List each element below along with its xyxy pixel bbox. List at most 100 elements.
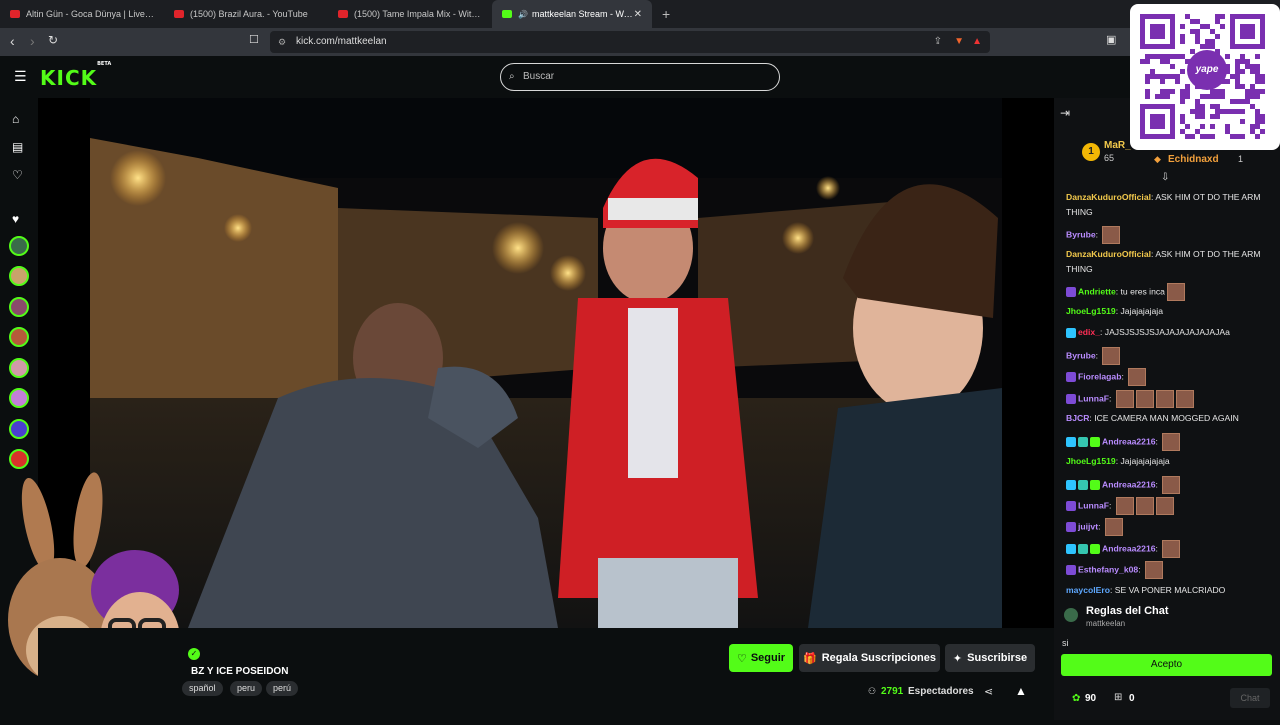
chat-username[interactable]: DanzaKuduroOfficial — [1066, 249, 1151, 259]
qr-module — [1160, 79, 1165, 84]
gift-icon[interactable]: ⊞ — [1114, 692, 1122, 703]
avatar[interactable] — [9, 266, 29, 286]
follow-button[interactable]: ♡ Seguir — [729, 644, 793, 672]
qr-module — [1210, 89, 1215, 94]
reload-icon[interactable]: ↻ — [48, 33, 58, 47]
rewards-icon[interactable]: ▲ — [972, 31, 982, 53]
qr-module — [1190, 19, 1195, 24]
qr-module — [1145, 54, 1150, 59]
home-icon[interactable]: ⌂ — [12, 112, 19, 126]
qr-module — [1165, 94, 1170, 99]
qr-module — [1170, 74, 1175, 79]
following-icon[interactable]: ♡ — [12, 168, 23, 182]
chat-username[interactable]: LunnaF — [1078, 500, 1109, 510]
site-info-icon[interactable]: ⚙ — [278, 31, 286, 53]
stream-tag[interactable]: spañol — [182, 681, 223, 696]
qr-module — [1215, 14, 1220, 19]
chat-badge-icon — [1066, 372, 1076, 382]
chat-username[interactable]: Andreaa2216 — [1102, 436, 1156, 446]
qr-module — [1245, 99, 1250, 104]
chat-username[interactable]: Andreaa2216 — [1102, 543, 1156, 553]
forward-icon[interactable]: › — [30, 33, 35, 49]
chat-badge-icon — [1066, 394, 1076, 404]
share-icon[interactable]: ⋖ — [984, 685, 993, 698]
chat-send-button[interactable]: Chat — [1230, 688, 1270, 708]
address-bar[interactable]: ⚙ kick.com/mattkeelan ⇪ ▼ ▲ — [270, 31, 990, 53]
chat-username[interactable]: Andriette — [1078, 286, 1116, 296]
youtube-icon — [338, 10, 348, 18]
qr-module — [1255, 69, 1260, 74]
chat-username[interactable]: LunnaF — [1078, 393, 1109, 403]
chat-username[interactable]: Fiorelagab — [1078, 371, 1121, 381]
qr-module — [1205, 24, 1210, 29]
qr-module — [1210, 114, 1215, 119]
chat-username[interactable]: BJCR — [1066, 413, 1089, 423]
chat-separator: : — [1155, 543, 1161, 554]
qr-module — [1235, 59, 1240, 64]
brave-shield-icon[interactable]: ▼ — [954, 31, 964, 53]
bookmark-icon[interactable]: ☐ — [249, 33, 259, 46]
close-tab-icon[interactable]: ✕ — [634, 9, 642, 20]
qr-module — [1230, 134, 1235, 139]
search-input[interactable]: ⌕ Buscar — [500, 63, 780, 91]
menu-icon[interactable]: ☰ — [14, 68, 27, 85]
chat-badge-icon — [1066, 501, 1076, 511]
chat-username[interactable]: Andreaa2216 — [1102, 479, 1156, 489]
qr-module — [1200, 44, 1205, 49]
chat-username[interactable]: JhoeLg1519 — [1066, 456, 1116, 466]
browser-tab-active[interactable]: 🔊mattkeelan Stream - Watch Li✕ — [492, 0, 652, 28]
qr-module — [1215, 109, 1220, 114]
leaderboard-count: 1 — [1238, 154, 1244, 164]
avatar[interactable] — [9, 358, 29, 378]
chat-separator: : — [1095, 350, 1101, 361]
chat-username[interactable]: edix_ — [1078, 327, 1100, 337]
qr-module — [1250, 129, 1255, 134]
accept-rules-button[interactable]: Acepto — [1061, 654, 1272, 676]
browser-tab[interactable]: (1500) Brazil Aura. - YouTube — [164, 0, 328, 28]
qr-module — [1210, 39, 1215, 44]
avatar[interactable] — [9, 297, 29, 317]
avatar[interactable] — [9, 449, 29, 469]
chat-username[interactable]: juijvt — [1078, 521, 1098, 531]
stream-tag[interactable]: perú — [266, 681, 299, 696]
chat-username[interactable]: JhoeLg1519 — [1066, 306, 1116, 316]
sidebar-toggle-icon[interactable]: ▣ — [1106, 33, 1116, 46]
chat-username[interactable]: maycolEro — [1066, 585, 1110, 595]
share-icon[interactable]: ⇪ — [934, 31, 942, 53]
new-tab-button[interactable]: + — [662, 6, 670, 22]
qr-module — [1235, 64, 1240, 69]
qr-module — [1250, 124, 1255, 129]
gift-subs-button[interactable]: 🎁 Regala Suscripciones — [799, 644, 940, 672]
qr-module — [1190, 29, 1195, 34]
avatar[interactable] — [9, 419, 29, 439]
chat-message: Andreaa2216: — [1066, 433, 1271, 451]
rules-text: si — [1062, 638, 1069, 648]
qr-module — [1225, 124, 1230, 129]
qr-module — [1255, 89, 1260, 94]
chat-username[interactable]: DanzaKuduroOfficial — [1066, 192, 1151, 202]
avatar[interactable] — [9, 388, 29, 408]
browser-tab[interactable]: Altin Gün - Goca Dünya | Live Plus Pe — [0, 0, 164, 28]
rules-title: Reglas del Chat — [1086, 605, 1169, 617]
chat-badge-icon — [1066, 437, 1076, 447]
chevron-down-icon[interactable]: ⇩ — [1161, 172, 1169, 183]
back-icon[interactable]: ‹ — [10, 33, 15, 49]
chat-username[interactable]: Byrube — [1066, 229, 1096, 239]
kick-logo[interactable]: KICKBETA — [40, 61, 111, 90]
qr-module — [1185, 124, 1190, 129]
chat-username[interactable]: Byrube — [1066, 350, 1096, 360]
rules-user: mattkeelan — [1086, 619, 1126, 628]
collapse-chat-icon[interactable]: ⇥ — [1060, 106, 1070, 120]
chat-username[interactable]: Esthefany_k08 — [1078, 564, 1138, 574]
browser-tab[interactable]: (1500) Tame Impala Mix - Without A — [328, 0, 492, 28]
qr-module — [1245, 59, 1250, 64]
avatar[interactable] — [9, 327, 29, 347]
stream-tag[interactable]: peru — [230, 681, 263, 696]
report-icon[interactable]: ▲ — [1015, 684, 1027, 698]
avatar[interactable] — [9, 236, 29, 256]
qr-module — [1245, 64, 1250, 69]
gift-badge-icon: ◆ — [1154, 154, 1161, 164]
browse-icon[interactable]: ▤ — [12, 140, 23, 154]
gift-icon: 🎁 — [802, 652, 817, 665]
subscribe-button[interactable]: ✦ Suscribirse — [945, 644, 1035, 672]
